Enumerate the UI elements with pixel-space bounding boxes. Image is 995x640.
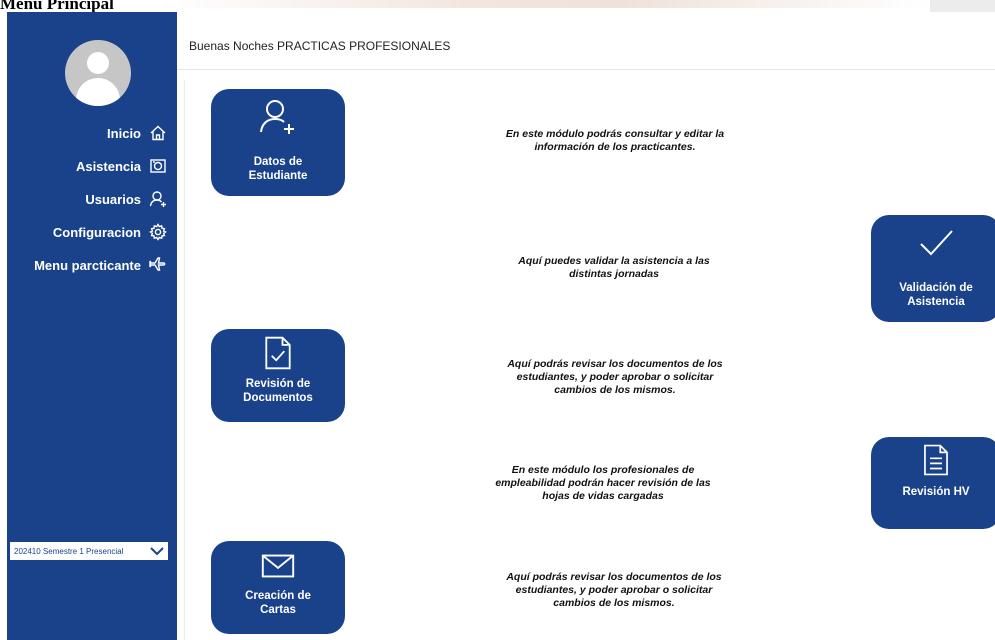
gear-icon — [149, 223, 167, 241]
module-description: En este módulo los profesionales de emple… — [495, 464, 711, 502]
revision-hv-button[interactable]: Revisión HV — [871, 437, 995, 529]
checkmark-icon — [920, 230, 953, 256]
sidebar-item-menu-practicante[interactable]: Menu parcticante — [34, 252, 167, 278]
card-label: Datos de Estudiante — [248, 156, 308, 182]
header-bar: Buenas Noches PRACTICAS PROFESIONALES — [177, 18, 995, 70]
module-description: Aquí podrás revisar los documentos de lo… — [507, 358, 723, 396]
sidebar-item-usuarios[interactable]: Usuarios — [85, 186, 167, 212]
chevron-down-icon — [150, 547, 164, 556]
sidebar-item-inicio[interactable]: Inicio — [107, 120, 167, 146]
sidebar-item-asistencia[interactable]: Asistencia — [76, 153, 167, 179]
airplane-icon — [149, 257, 166, 271]
creacion-cartas-button[interactable]: Creación de Cartas — [211, 541, 345, 634]
validacion-asistencia-button[interactable]: Validación de Asistencia — [871, 215, 995, 322]
card-label: Revisión de Documentos — [243, 378, 313, 404]
top-right-bar — [930, 0, 995, 12]
sidebar-item-label: Configuracion — [52, 224, 141, 240]
card-label: Revisión HV — [902, 486, 970, 498]
avatar-head — [87, 52, 109, 74]
avatar-body — [76, 78, 120, 106]
document-check-icon — [265, 336, 291, 370]
user-add-icon — [149, 191, 166, 207]
semester-select[interactable]: 202410 Semestre 1 Presencial — [10, 542, 168, 560]
sidebar-item-label: Usuarios — [85, 191, 141, 207]
sidebar-item-label: Menu parcticante — [34, 257, 141, 273]
module-description: Aquí puedes validar la asistencia a las d… — [518, 255, 710, 280]
envelope-icon — [261, 554, 295, 578]
datos-estudiante-button[interactable]: Datos de Estudiante — [211, 89, 345, 196]
card-label: Creación de Cartas — [245, 590, 311, 616]
revision-documentos-button[interactable]: Revisión de Documentos — [211, 329, 345, 422]
greeting-text: Buenas Noches PRACTICAS PROFESIONALES — [189, 39, 451, 53]
sidebar-item-configuracion[interactable]: Configuracion — [53, 219, 167, 245]
home-icon — [150, 125, 166, 141]
module-description: Aquí podrás revisar los documentos de lo… — [506, 571, 722, 609]
sidebar: Inicio Asistencia Usuarios Configuracion… — [7, 12, 177, 640]
camera-icon — [150, 159, 166, 173]
sidebar-item-label: Inicio — [107, 125, 141, 141]
card-label: Validación de Asistencia — [899, 282, 973, 308]
semester-select-value: 202410 Semestre 1 Presencial — [14, 546, 124, 556]
document-lines-icon — [924, 444, 948, 476]
module-description: En este módulo podrás consultar y editar… — [505, 128, 725, 153]
user-add-icon — [260, 100, 294, 134]
sidebar-item-label: Asistencia — [75, 158, 141, 174]
avatar[interactable] — [65, 40, 131, 106]
top-decorative-strip — [160, 0, 930, 8]
